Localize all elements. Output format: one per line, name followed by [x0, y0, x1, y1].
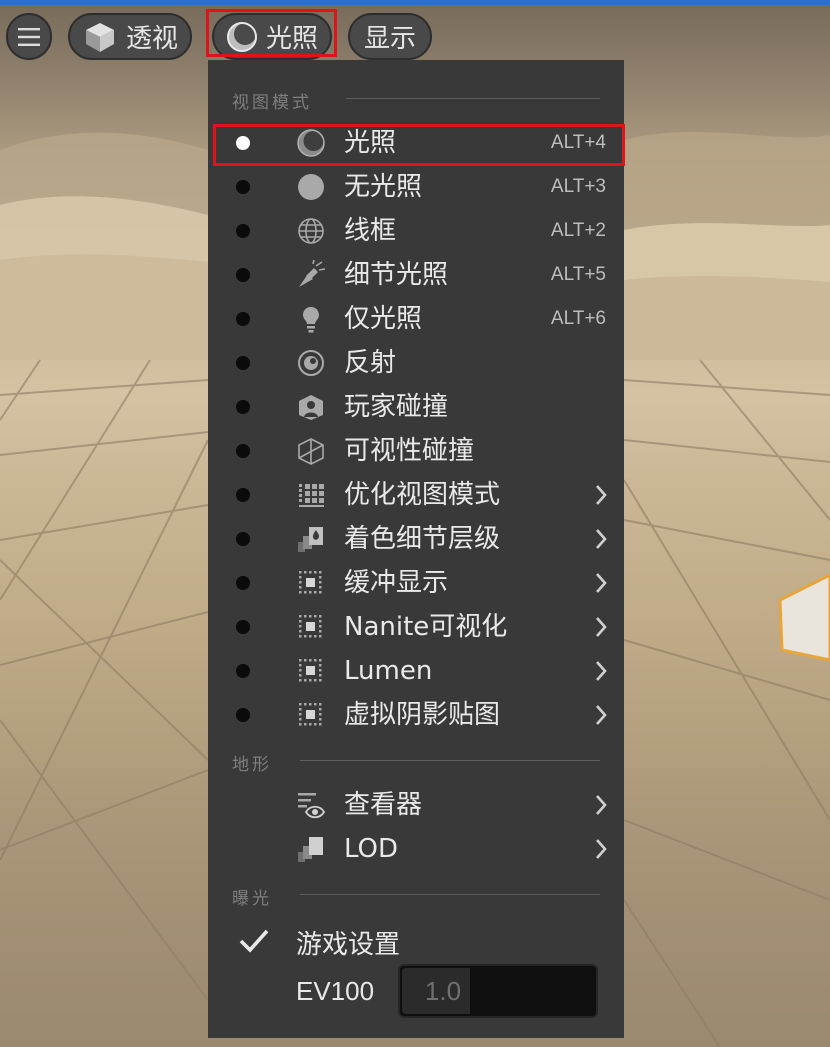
shortcut-label: ALT+5 [550, 264, 606, 285]
landscape-item-lod[interactable]: LOD [216, 828, 622, 870]
view-mode-item-shader-lod[interactable]: 着色细节层级 [216, 518, 622, 560]
section-divider [300, 894, 600, 895]
radio-dot [236, 224, 250, 238]
ev100-value: 1.0 [424, 976, 462, 1006]
buffer-grid-icon [299, 703, 322, 726]
wireframe-globe-icon [298, 218, 324, 244]
chevron-right-icon [596, 661, 607, 681]
landscape-item-label: 查看器 [344, 790, 423, 820]
player-collision-icon [299, 395, 323, 420]
shortcut-label: ALT+2 [550, 220, 606, 241]
view-mode-item-label: 细节光照 [344, 260, 449, 290]
view-mode-item-label: 无光照 [344, 172, 423, 202]
buffer-grid-icon [299, 659, 322, 682]
ev100-input[interactable]: 1.0 [398, 964, 598, 1018]
chevron-right-icon [596, 529, 607, 549]
optimization-grid-icon [299, 484, 324, 507]
view-mode-item-label: 线框 [344, 216, 397, 246]
chevron-right-icon [596, 617, 607, 637]
visualizer-eye-icon [298, 793, 326, 819]
viewport-top-edge [0, 0, 830, 5]
shader-lod-icon [298, 527, 323, 552]
ev100-label: EV100 [296, 976, 375, 1006]
radio-dot [236, 180, 250, 194]
view-mode-item-virtual-shadow-map[interactable]: 虚拟阴影贴图 [216, 694, 622, 736]
view-mode-item-label: 玩家碰撞 [344, 392, 449, 422]
view-mode-item-lighting-only[interactable]: 仅光照 ALT+6 [216, 298, 622, 340]
buffer-grid-icon [299, 615, 322, 638]
radio-dot [236, 400, 250, 414]
view-mode-item-label: Nanite可视化 [344, 612, 508, 642]
section-divider [346, 98, 600, 99]
radio-dot [236, 620, 250, 634]
radio-dot [236, 312, 250, 326]
view-mode-item-label: 虚拟阴影贴图 [344, 700, 501, 730]
radio-dot [236, 268, 250, 282]
view-mode-item-label: 优化视图模式 [344, 480, 501, 510]
game-settings-label[interactable]: 游戏设置 [296, 924, 400, 961]
exposure-section-header: 曝光 [232, 889, 272, 909]
landscape-section-header: 地形 [232, 755, 272, 775]
chevron-right-icon [596, 573, 607, 593]
chevron-right-icon [596, 839, 607, 859]
unlit-sphere-icon [298, 174, 324, 200]
radio-dot [236, 708, 250, 722]
radio-dot [236, 576, 250, 590]
view-mode-highlight-box [206, 9, 337, 57]
chevron-right-icon [596, 485, 607, 505]
view-mode-item-wireframe[interactable]: 线框 ALT+2 [216, 210, 622, 252]
view-mode-item-unlit[interactable]: 无光照 ALT+3 [216, 166, 622, 208]
visibility-collision-icon [298, 438, 324, 465]
chevron-right-icon [596, 795, 607, 815]
perspective-label: 透视 [126, 24, 179, 54]
lit-item-highlight-box [213, 124, 625, 166]
landscape-item-visualizers[interactable]: 查看器 [216, 784, 622, 826]
section-divider [300, 760, 600, 761]
radio-dot [236, 664, 250, 678]
lod-icon [298, 837, 323, 862]
view-mode-item-label: 缓冲显示 [344, 568, 449, 598]
chevron-right-icon [596, 705, 607, 725]
detail-lighting-icon [299, 260, 326, 287]
radio-dot [236, 356, 250, 370]
shortcut-label: ALT+3 [550, 176, 606, 197]
view-mode-item-lumen[interactable]: Lumen [216, 650, 622, 692]
shortcut-label: ALT+6 [550, 308, 606, 329]
view-mode-item-buffer-visualization[interactable]: 缓冲显示 [216, 562, 622, 604]
reflection-icon [298, 350, 324, 376]
view-mode-item-optimization[interactable]: 优化视图模式 [216, 474, 622, 516]
radio-dot [236, 444, 250, 458]
view-mode-item-label: Lumen [344, 656, 433, 686]
view-mode-item-detail-lighting[interactable]: 细节光照 ALT+5 [216, 254, 622, 296]
view-mode-item-label: 着色细节层级 [344, 524, 501, 554]
viewport-options-button[interactable] [6, 13, 52, 60]
cube-icon [86, 22, 114, 52]
landscape-item-label: LOD [344, 834, 399, 864]
radio-dot [236, 488, 250, 502]
show-button[interactable]: 显示 [348, 13, 432, 60]
view-mode-item-reflections[interactable]: 反射 [216, 342, 622, 384]
view-mode-item-label: 可视性碰撞 [344, 436, 475, 466]
checkmark-icon[interactable] [238, 926, 270, 956]
hamburger-icon [18, 27, 40, 46]
show-label: 显示 [363, 24, 416, 54]
view-mode-item-visibility-collision[interactable]: 可视性碰撞 [216, 430, 622, 472]
view-mode-item-label: 反射 [344, 348, 397, 378]
light-bulb-icon [303, 307, 319, 333]
view-mode-item-label: 仅光照 [344, 304, 423, 334]
view-mode-item-nanite-visualization[interactable]: Nanite可视化 [216, 606, 622, 648]
view-mode-item-player-collision[interactable]: 玩家碰撞 [216, 386, 622, 428]
radio-dot [236, 532, 250, 546]
perspective-button[interactable]: 透视 [68, 13, 192, 60]
view-mode-section-header: 视图模式 [232, 93, 312, 113]
buffer-grid-icon [299, 571, 322, 594]
